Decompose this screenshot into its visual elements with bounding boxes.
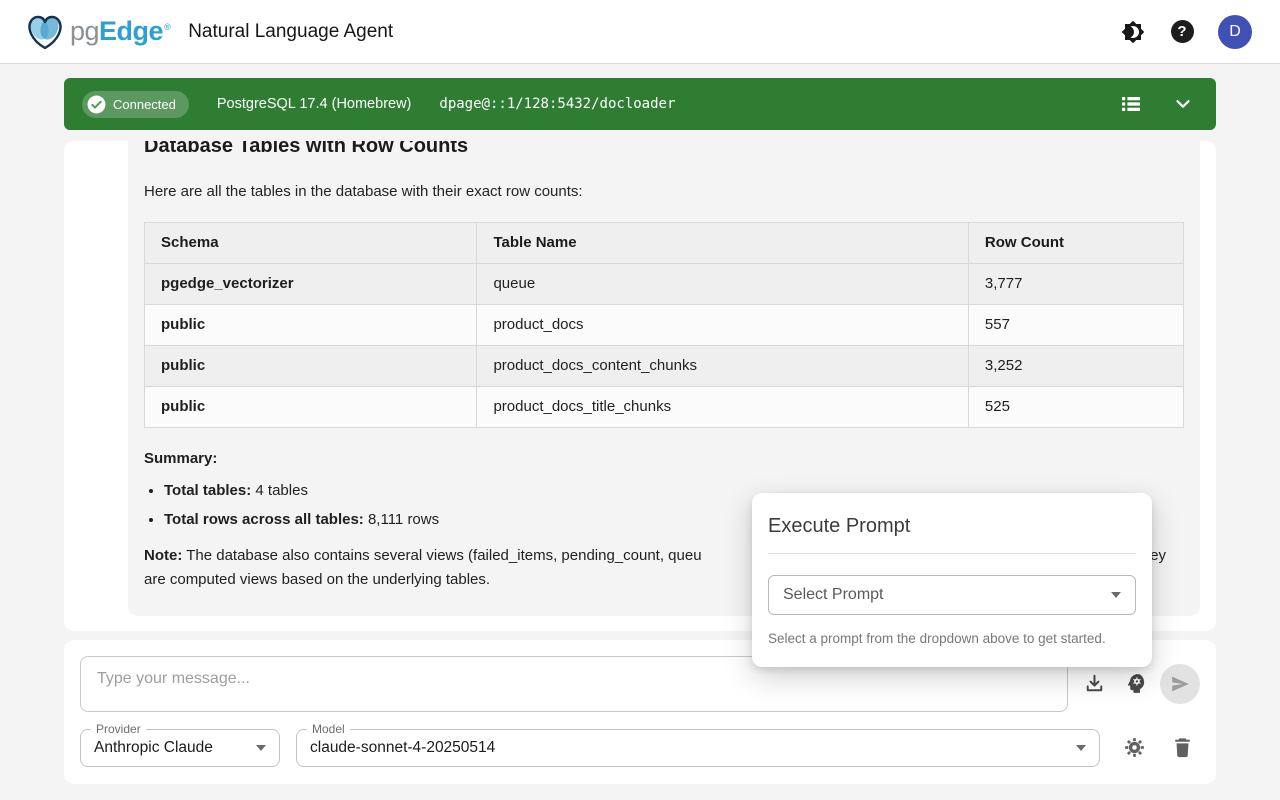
execute-prompt-helper: Select a prompt from the dropdown above … [768, 630, 1136, 648]
clear-chat-button[interactable] [1169, 735, 1195, 761]
user-avatar[interactable]: D [1218, 15, 1252, 49]
provider-select-label: Provider [91, 722, 146, 736]
dark-mode-toggle-button[interactable] [1120, 19, 1146, 45]
cell-row-count: 557 [968, 305, 1183, 346]
trash-icon [1170, 735, 1195, 760]
chevron-down-icon [1172, 93, 1194, 115]
brightness-icon [1121, 20, 1145, 44]
download-icon [1082, 671, 1107, 696]
table-row: public product_docs_content_chunks 3,252 [145, 346, 1184, 387]
send-icon [1169, 673, 1191, 695]
cell-schema: public [145, 346, 477, 387]
connection-list-button[interactable] [1118, 91, 1144, 117]
table-row: public product_docs 557 [145, 305, 1184, 346]
cell-table-name: product_docs [477, 305, 968, 346]
page-title: Natural Language Agent [188, 21, 393, 43]
bullet-value: 4 tables [251, 482, 308, 499]
message-heading: Database Tables with Row Counts [144, 141, 1184, 159]
table-row: pgedge_vectorizer queue 3,777 [145, 264, 1184, 305]
help-button[interactable]: ? [1169, 19, 1195, 45]
model-select-label: Model [307, 722, 350, 736]
brand-pg: pg [70, 16, 99, 47]
model-select[interactable]: Model claude-sonnet-4-20250514 [296, 729, 1100, 767]
bullet-label: Total tables: [164, 482, 251, 499]
dropdown-caret-icon [1111, 592, 1121, 598]
cell-table-name: queue [477, 264, 968, 305]
brand-registered-mark: ® [164, 22, 170, 32]
app-header: pgEdge® Natural Language Agent ? D [0, 0, 1280, 64]
note-line-2: are computed views based on the underlyi… [144, 571, 490, 588]
check-circle-icon [87, 95, 106, 114]
connection-string: dpage@::1/128:5432/docloader [439, 96, 675, 112]
send-button[interactable] [1160, 664, 1200, 704]
execute-prompt-panel: Execute Prompt Select Prompt Select a pr… [752, 493, 1152, 667]
dropdown-caret-icon [256, 745, 266, 751]
model-select-value: claude-sonnet-4-20250514 [310, 739, 495, 757]
provider-select-value: Anthropic Claude [94, 739, 213, 757]
note-line1-text: The database also contains several views… [182, 547, 701, 564]
col-header-table-name: Table Name [477, 223, 968, 264]
settings-button[interactable] [1121, 735, 1147, 761]
connection-status-label: Connected [113, 97, 176, 112]
cell-row-count: 3,252 [968, 346, 1183, 387]
pgedge-logo: pgEdge® [24, 12, 170, 52]
cell-row-count: 3,777 [968, 264, 1183, 305]
list-icon [1119, 92, 1143, 116]
table-header-row: Schema Table Name Row Count [145, 223, 1184, 264]
execute-prompt-title: Execute Prompt [752, 493, 1152, 553]
brand-wordmark: pgEdge® [70, 16, 170, 47]
note-line1-right: ey [1150, 544, 1166, 568]
select-prompt-dropdown[interactable]: Select Prompt [768, 575, 1136, 615]
dropdown-caret-icon [1076, 745, 1086, 751]
cell-table-name: product_docs_content_chunks [477, 346, 968, 387]
cell-row-count: 525 [968, 387, 1183, 428]
psychology-icon [1124, 671, 1149, 696]
connection-status-badge: Connected [82, 91, 189, 118]
connection-bar: Connected PostgreSQL 17.4 (Homebrew) dpa… [64, 78, 1216, 130]
brand-edge: Edge [99, 16, 163, 47]
note-line1-left: Note: The database also contains several… [144, 544, 702, 568]
connection-expand-button[interactable] [1170, 91, 1196, 117]
summary-label: Summary: [144, 448, 1184, 469]
help-icon: ? [1171, 20, 1194, 43]
cell-table-name: product_docs_title_chunks [477, 387, 968, 428]
cell-schema: public [145, 305, 477, 346]
col-header-row-count: Row Count [968, 223, 1183, 264]
download-button[interactable] [1081, 671, 1107, 697]
provider-select[interactable]: Provider Anthropic Claude [80, 729, 280, 767]
cell-schema: public [145, 387, 477, 428]
bullet-label: Total rows across all tables: [164, 511, 364, 528]
bullet-value: 8,111 rows [364, 511, 439, 528]
gear-icon [1122, 735, 1147, 760]
message-intro: Here are all the tables in the database … [144, 181, 1184, 202]
header-actions: ? D [1120, 15, 1252, 49]
db-tables-table: Schema Table Name Row Count pgedge_vecto… [144, 222, 1184, 428]
table-row: public product_docs_title_chunks 525 [145, 387, 1184, 428]
note-label: Note: [144, 547, 182, 564]
server-version-label: PostgreSQL 17.4 (Homebrew) [217, 96, 412, 112]
cell-schema: pgedge_vectorizer [145, 264, 477, 305]
panel-divider [768, 553, 1136, 554]
col-header-schema: Schema [145, 223, 477, 264]
prompt-ideas-button[interactable] [1123, 671, 1149, 697]
pgedge-heart-icon [24, 12, 66, 52]
select-prompt-value: Select Prompt [783, 586, 883, 604]
